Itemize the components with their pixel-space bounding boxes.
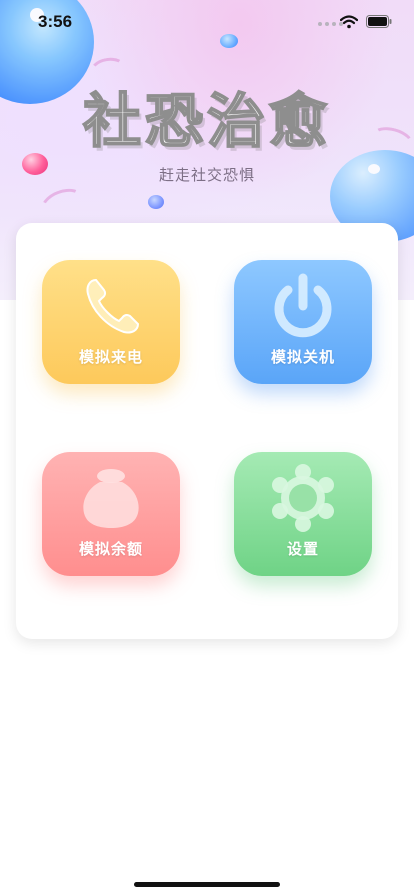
- phone-icon: [86, 278, 140, 334]
- fake-shutdown-button[interactable]: 模拟关机: [234, 260, 372, 384]
- settings-label: 设置: [286, 540, 319, 558]
- battery-icon: [366, 15, 392, 28]
- status-time: 3:56: [38, 12, 73, 31]
- gear-icon: [272, 464, 334, 532]
- power-icon: [274, 273, 332, 338]
- fake-call-button[interactable]: 模拟来电: [42, 260, 180, 384]
- settings-button[interactable]: 设置: [234, 452, 372, 576]
- decorative-bubble: [148, 195, 164, 209]
- fake-balance-button[interactable]: 模拟余额: [42, 452, 180, 576]
- fake-shutdown-label: 模拟关机: [270, 348, 335, 366]
- menu-panel: 模拟来电 模拟关机 模拟余额 设置: [16, 223, 398, 639]
- decorative-ribbon: [36, 183, 90, 227]
- app-title: 社恐治愈: [82, 86, 331, 156]
- home-indicator: [134, 882, 280, 887]
- app-subtitle: 赶走社交恐惧: [158, 166, 255, 184]
- wifi-icon: [340, 15, 358, 29]
- status-bar: 3:56: [0, 0, 414, 44]
- fake-call-label: 模拟来电: [78, 348, 143, 366]
- money-bag-icon: [83, 469, 139, 528]
- fake-balance-label: 模拟余额: [78, 540, 143, 558]
